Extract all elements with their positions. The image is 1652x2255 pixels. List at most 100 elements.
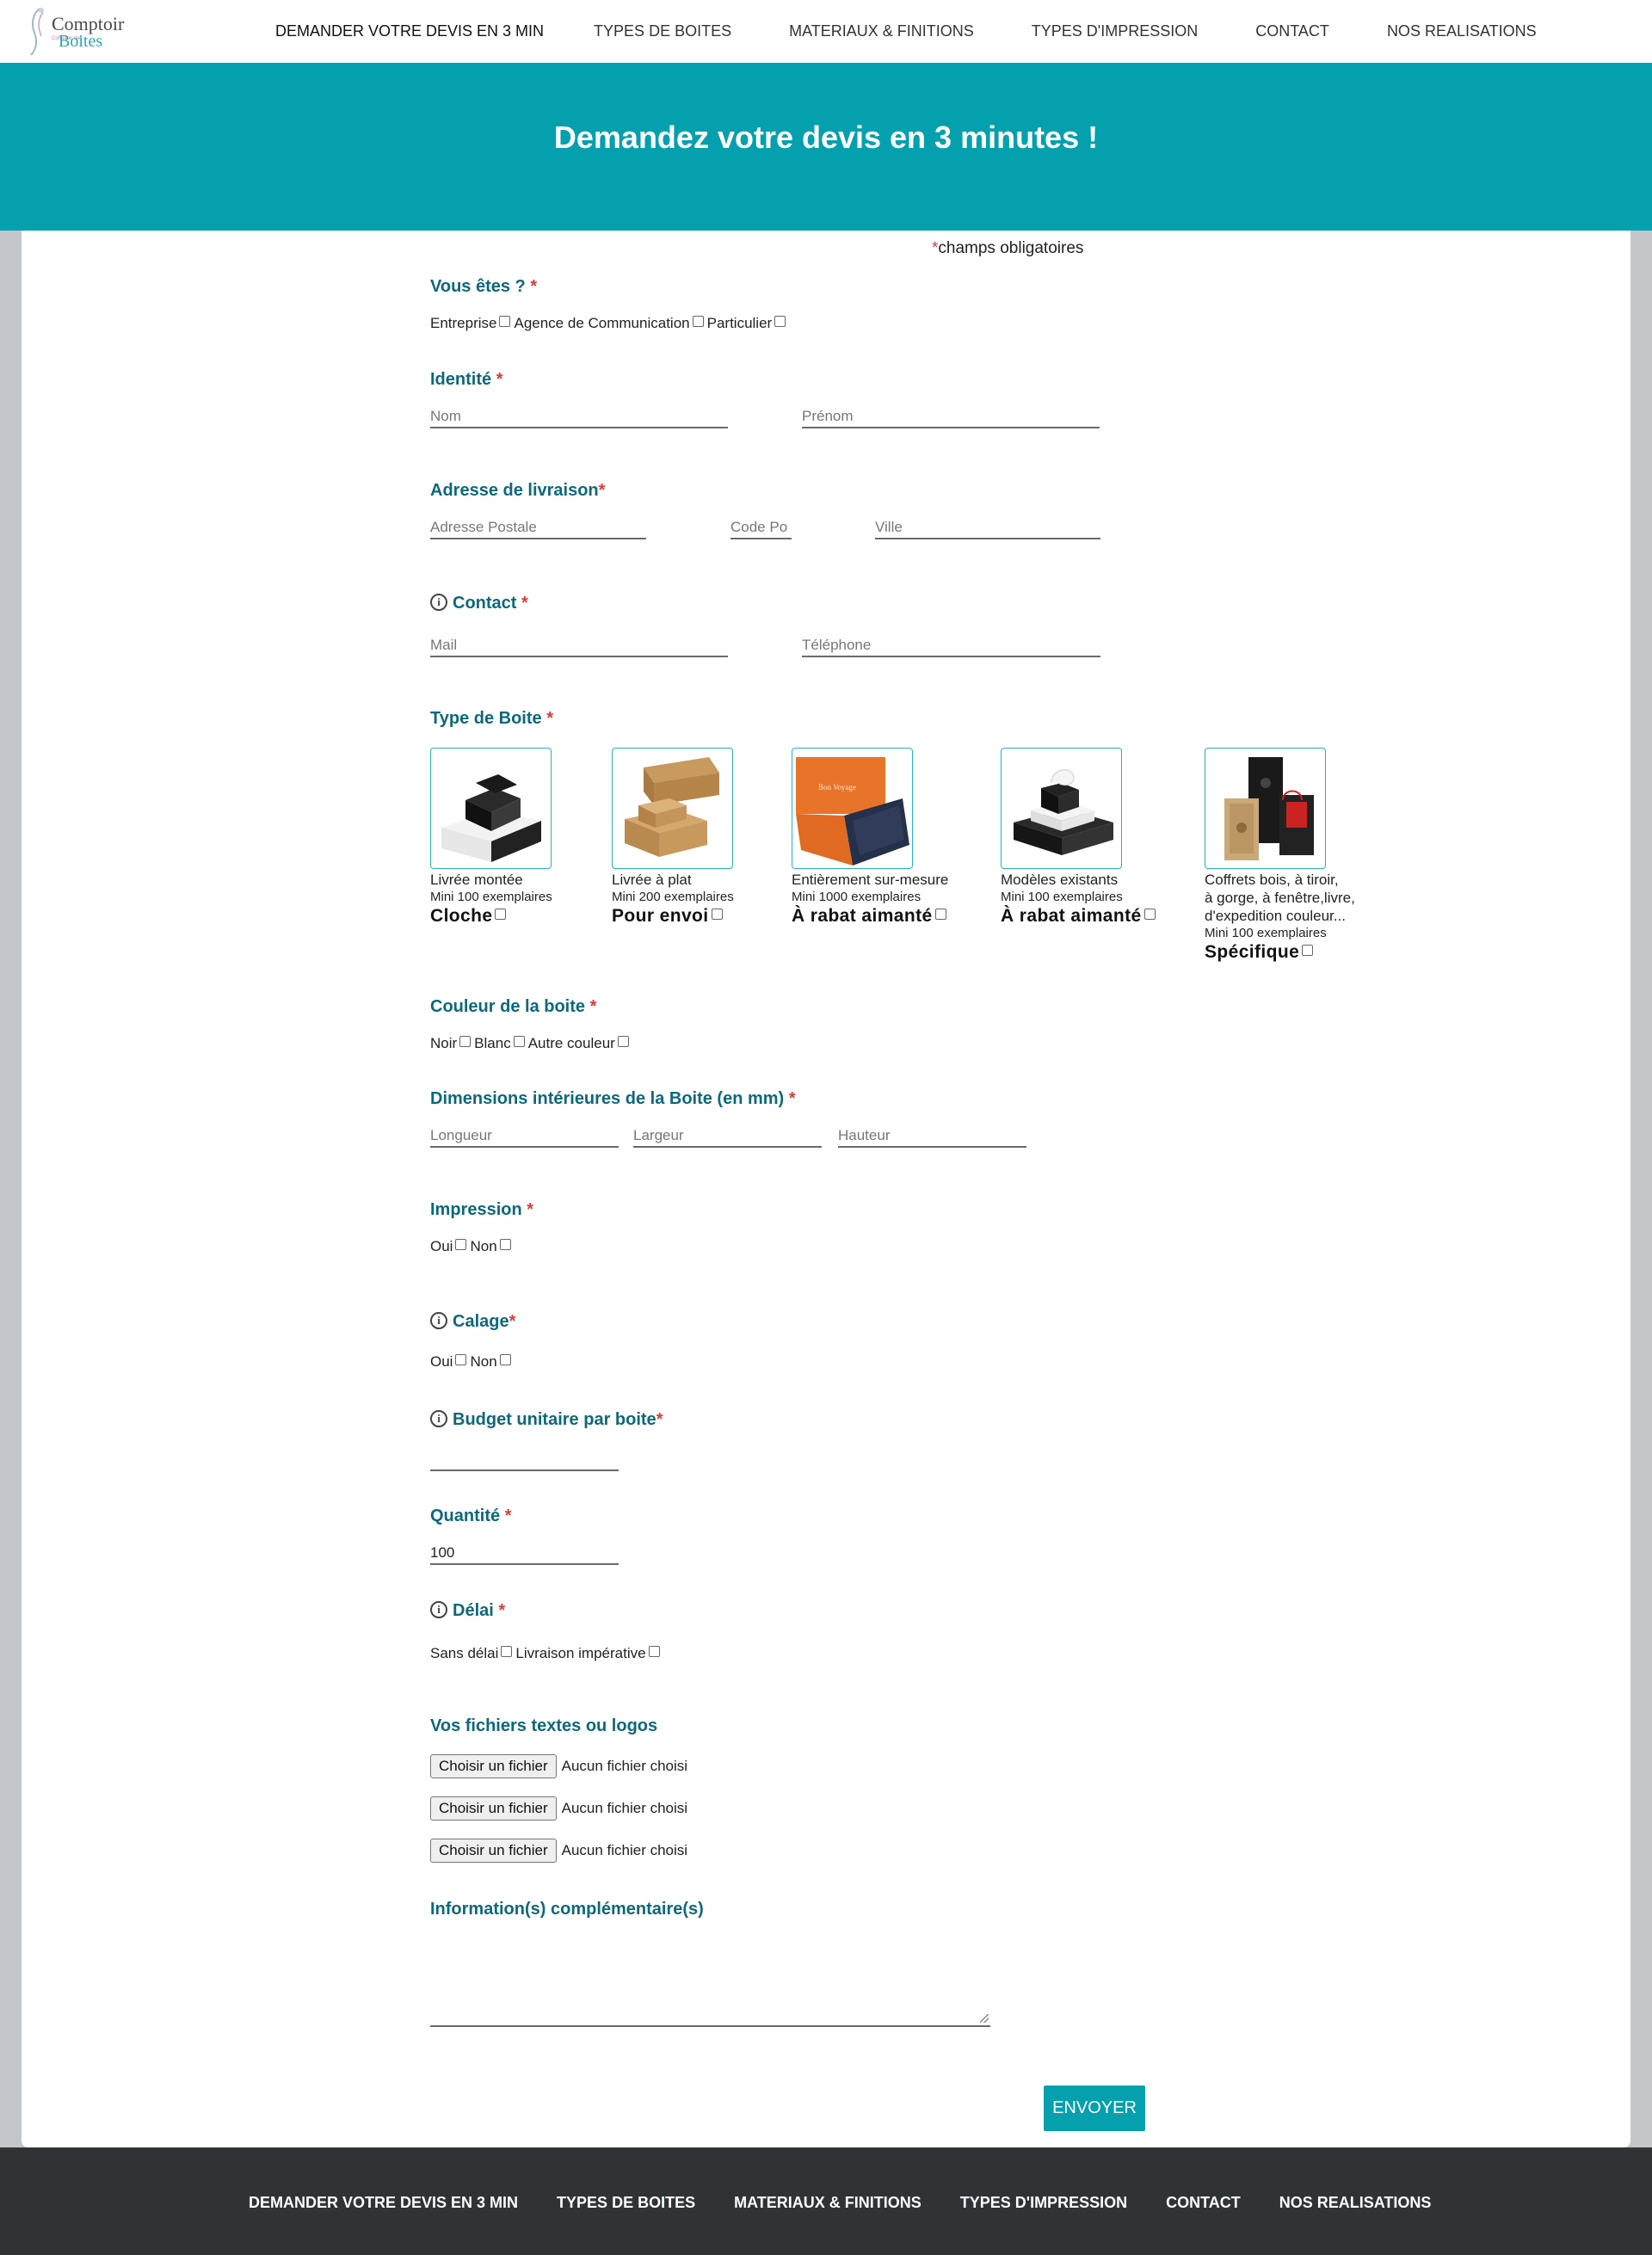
info-icon[interactable]: i (430, 1409, 447, 1427)
box-name: Coffrets bois, à tiroir, (1205, 872, 1339, 888)
box-name: Modèles existants (1001, 872, 1119, 888)
box-info-pour-envoi: Livrée à plat Mini 200 exemplaires Pour … (612, 871, 734, 927)
footer-item-impression[interactable]: TYPES D'IMPRESSION (960, 2194, 1127, 2212)
section-title-dimensions: Dimensions intérieures de la Boite (en m… (430, 1089, 796, 1108)
checkbox-entreprise[interactable] (499, 315, 511, 327)
footer: DEMANDER VOTRE DEVIS EN 3 MIN TYPES DE B… (0, 2147, 1652, 2255)
box-info-modeles-existants: Modèles existants Mini 100 exemplaires À… (1001, 871, 1159, 927)
file-status: Aucun fichier choisi (561, 1800, 688, 1816)
section-title-type-boite: Type de Boite * (430, 709, 554, 728)
checkbox-livraison-imperative[interactable] (648, 1645, 660, 1657)
footer-item-realisations[interactable]: NOS REALISATIONS (1279, 2194, 1432, 2212)
delai-options: Sans délai Livraison impérative (430, 1645, 663, 1662)
checkbox-specifique[interactable] (1302, 944, 1314, 956)
footer-item-devis[interactable]: DEMANDER VOTRE DEVIS EN 3 MIN (249, 2194, 518, 2212)
nav-item-contact[interactable]: CONTACT (1255, 22, 1329, 40)
required-note: *champs obligatoires (932, 239, 1084, 257)
checkbox-agence[interactable] (692, 315, 704, 327)
box-kind: À rabat aimanté (1001, 906, 1142, 926)
info-icon[interactable]: i (430, 593, 447, 611)
box-name: Livrée montée (430, 872, 523, 888)
checkbox-particulier[interactable] (774, 315, 786, 327)
box-mini: Mini 100 exemplaires (1001, 890, 1123, 904)
mail-input[interactable]: Mail (430, 633, 728, 657)
checkbox-blanc[interactable] (513, 1035, 525, 1047)
checkbox-calage-oui[interactable] (455, 1353, 467, 1365)
choose-file-button[interactable]: Choisir un fichier (430, 1839, 557, 1863)
checkbox-sur-mesure[interactable] (934, 908, 946, 920)
file-status: Aucun fichier choisi (561, 1758, 688, 1774)
largeur-input[interactable]: Largeur (633, 1124, 822, 1148)
section-title-budget: i Budget unitaire par boite* (430, 1409, 663, 1430)
section-title-infos: Information(s) complémentaire(s) (430, 1900, 704, 1919)
footer-item-materiaux[interactable]: MATERIAUX & FINITIONS (734, 2194, 922, 2212)
box-name: Entièrement sur-mesure (792, 872, 949, 888)
couleur-options: Noir Blanc Autre couleur (430, 1035, 632, 1052)
checkbox-noir[interactable] (459, 1035, 472, 1047)
nav-item-impression[interactable]: TYPES D'IMPRESSION (1032, 22, 1198, 40)
quote-form: *champs obligatoires Vous êtes ? * Entre… (22, 231, 1630, 2147)
choose-file-button[interactable]: Choisir un fichier (430, 1754, 557, 1778)
option-label-particulier: Particulier (706, 315, 773, 331)
infos-textarea[interactable] (430, 1932, 990, 2027)
option-label-sans-delai: Sans délai (430, 1645, 499, 1661)
nav-item-devis[interactable]: DEMANDER VOTRE DEVIS EN 3 MIN (275, 22, 544, 40)
budget-input[interactable] (430, 1447, 619, 1471)
footer-item-types-boites[interactable]: TYPES DE BOITES (557, 2194, 695, 2212)
box-image-specifique[interactable] (1205, 748, 1326, 869)
option-label-non: Non (470, 1238, 497, 1254)
top-navigation: Comptoir des Comptoir Boites DEMANDER VO… (0, 0, 1652, 63)
submit-button[interactable]: ENVOYER (1044, 2086, 1145, 2131)
section-title-couleur: Couleur de la boite * (430, 997, 597, 1016)
hauteur-input[interactable]: Hauteur (838, 1124, 1026, 1148)
box-mini: Mini 1000 exemplaires (792, 890, 922, 904)
box-kind: À rabat aimanté (792, 906, 933, 926)
checkbox-impression-oui[interactable] (455, 1238, 467, 1250)
telephone-input[interactable]: Téléphone (802, 633, 1100, 657)
box-mini: Mini 100 exemplaires (430, 890, 552, 904)
box-name-line3: d'expedition couleur... (1205, 908, 1346, 924)
checkbox-sans-delai[interactable] (501, 1645, 513, 1657)
quantite-input[interactable]: 100 (430, 1541, 619, 1565)
adresse-postale-input[interactable]: Adresse Postale (430, 515, 646, 539)
footer-item-contact[interactable]: CONTACT (1166, 2194, 1241, 2212)
section-title-quantite: Quantité * (430, 1506, 512, 1525)
option-label-blanc: Blanc (474, 1035, 511, 1051)
checkbox-modeles-existants[interactable] (1143, 908, 1156, 920)
checkbox-pour-envoi[interactable] (711, 908, 723, 920)
section-title-fichiers: Vos fichiers textes ou logos (430, 1716, 658, 1735)
nom-input[interactable]: Nom (430, 404, 728, 428)
box-image-modeles-existants[interactable] (1001, 748, 1122, 869)
prenom-input[interactable]: Prénom (802, 404, 1100, 428)
option-label-oui: Oui (430, 1353, 453, 1370)
box-kind: Pour envoi (612, 906, 709, 926)
section-title-contact: i Contact * (430, 593, 528, 613)
box-image-cloche[interactable] (430, 748, 552, 869)
site-logo[interactable]: Comptoir des Comptoir Boites (28, 5, 139, 59)
nav-item-realisations[interactable]: NOS REALISATIONS (1387, 22, 1537, 40)
checkbox-autre-couleur[interactable] (617, 1035, 629, 1047)
box-name-line2: à gorge, à fenêtre,livre, (1205, 890, 1355, 906)
longueur-input[interactable]: Longueur (430, 1124, 619, 1148)
checkbox-calage-non[interactable] (499, 1353, 511, 1365)
section-title-adresse: Adresse de livraison* (430, 481, 606, 500)
nav-item-types-boites[interactable]: TYPES DE BOITES (594, 22, 731, 40)
box-mini: Mini 200 exemplaires (612, 890, 734, 904)
ville-input[interactable]: Ville (875, 515, 1100, 539)
box-mini: Mini 100 exemplaires (1205, 926, 1327, 940)
option-label-noir: Noir (430, 1035, 458, 1051)
info-icon[interactable]: i (430, 1311, 447, 1329)
hero-banner: Demandez votre devis en 3 minutes ! (0, 63, 1652, 231)
nav-item-materiaux[interactable]: MATERIAUX & FINITIONS (789, 22, 974, 40)
logo-mark-icon (30, 8, 44, 56)
box-image-pour-envoi[interactable] (612, 748, 733, 869)
info-icon[interactable]: i (430, 1600, 447, 1618)
code-postal-input[interactable]: Code Po (730, 515, 792, 539)
file-upload-3: Choisir un fichier Aucun fichier choisi (430, 1839, 687, 1863)
resize-handle-icon[interactable] (980, 2014, 989, 2023)
choose-file-button[interactable]: Choisir un fichier (430, 1796, 557, 1821)
impression-options: Oui Non (430, 1238, 515, 1255)
checkbox-cloche[interactable] (495, 908, 507, 920)
box-image-sur-mesure[interactable]: Bon Voyage (792, 748, 913, 869)
checkbox-impression-non[interactable] (499, 1238, 511, 1250)
